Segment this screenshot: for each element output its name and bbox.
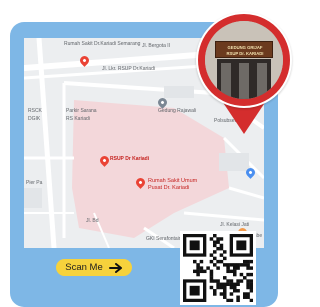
scan-me-label: Scan Me xyxy=(65,262,103,273)
building-entrance xyxy=(217,59,271,99)
map-label: RSUP Dr Kariadi xyxy=(110,156,150,162)
map-label: RS Kariadi xyxy=(66,116,90,122)
map-label: Pier Pa xyxy=(26,180,43,186)
building-sign: GEDUNG GRIJAF RSUP Dr. KARIADI xyxy=(215,41,273,58)
map-label: Jl. Bd xyxy=(86,218,99,224)
map-label: Parkir Sarana xyxy=(66,108,97,114)
map-label: RSCK xyxy=(28,108,42,114)
building-photo: GEDUNG GRIJAF RSUP Dr. KARIADI xyxy=(205,21,283,99)
map-label: DGIK xyxy=(28,116,41,122)
map-label: Rumah Sakit Umum xyxy=(148,178,198,184)
map-label: Jl. Lkr. RSUP Dr.Kariadi xyxy=(102,66,155,72)
arrow-right-icon xyxy=(108,262,122,273)
map-label: Gedung Rajawali xyxy=(158,108,197,114)
map-label: Jl. Bergota II xyxy=(142,43,171,49)
map-label: Jl. Kelasi Jati xyxy=(220,222,250,228)
sign-line-2: RSUP Dr. KARIADI xyxy=(226,51,264,56)
qr-code-icon[interactable] xyxy=(180,231,256,305)
scan-me-button[interactable]: Scan Me xyxy=(56,259,132,276)
location-marker: GEDUNG GRIJAF RSUP Dr. KARIADI xyxy=(196,12,292,156)
location-card: Rumah Sakit Dr.Kariadi Semarang Jl. Berg… xyxy=(10,12,292,307)
map-label: Rumah Sakit Dr.Kariadi Semarang xyxy=(64,41,141,47)
map-label: Pusat Dr. Kariadi xyxy=(148,185,190,191)
sign-line-1: GEDUNG GRIJAF xyxy=(227,45,263,50)
qr-code-graphic xyxy=(183,234,253,302)
map-label: GKI Serafontaine xyxy=(146,236,185,242)
